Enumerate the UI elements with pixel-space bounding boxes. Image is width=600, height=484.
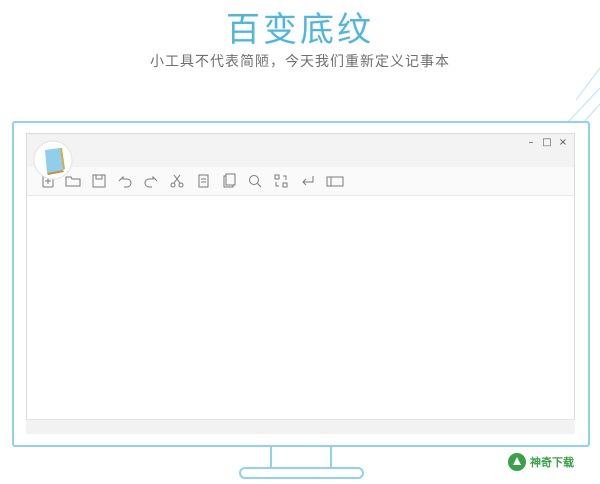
app-window: – □ × [26,133,575,420]
hero-title: 百变底纹 [226,10,374,50]
watermark-text: 神奇下载 [530,456,574,469]
cut-icon[interactable] [169,173,185,189]
copy-icon[interactable] [195,173,211,189]
redo-icon[interactable] [143,173,159,189]
save-icon[interactable] [91,173,107,189]
maximize-button[interactable]: □ [542,138,552,148]
toolbar [27,167,574,196]
monitor-stand-neck [270,447,332,469]
paste-icon[interactable] [221,173,237,189]
search-icon[interactable] [247,173,263,189]
replace-icon[interactable] [273,173,289,189]
app-logo-icon [33,140,73,180]
editor-area[interactable] [27,196,574,420]
title-bar: – □ × [27,134,574,168]
minimize-button[interactable]: – [526,138,536,148]
monitor-stand-base [239,467,364,479]
goto-icon[interactable] [299,173,315,189]
screen-bottom-strip [26,419,575,434]
watermark: 神奇下载 [508,449,574,475]
undo-icon[interactable] [117,173,133,189]
window-controls: – □ × [526,138,568,148]
hero-subtitle: 小工具不代表简陋，今天我们重新定义记事本 [150,54,450,70]
watermark-logo-icon [508,453,526,471]
close-button[interactable]: × [558,138,568,148]
theme-icon[interactable] [325,173,345,189]
decorative-lines [567,67,600,123]
